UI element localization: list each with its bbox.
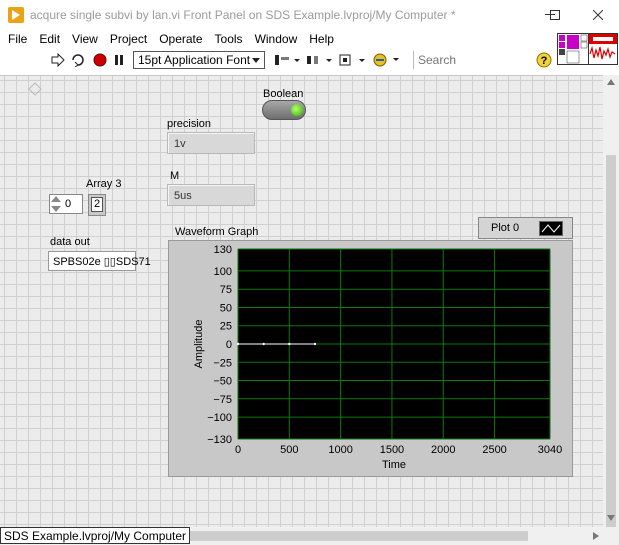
scroll-up-icon[interactable] [607, 79, 615, 85]
scroll-down-icon[interactable] [607, 515, 615, 521]
x-tick-label: 0 [235, 444, 241, 456]
vi-icon[interactable] [588, 33, 618, 65]
x-tick-label: 2000 [431, 444, 455, 456]
y-tick-label: 100 [214, 266, 232, 278]
x-tick-label: 500 [280, 444, 298, 456]
m-indicator: 5us [167, 184, 255, 206]
y-tick-label: 130 [214, 244, 232, 256]
y-tick-label: 25 [220, 321, 232, 333]
maximize-button[interactable] [535, 0, 575, 30]
x-tick-label: 3040 [538, 444, 562, 456]
precision-label: precision [167, 118, 212, 130]
distribute-objects-icon[interactable] [304, 51, 334, 69]
boolean-led[interactable] [262, 100, 306, 120]
x-tick-label: 1000 [328, 444, 352, 456]
y-tick-label: −75 [213, 394, 232, 406]
legend-line-swatch [539, 221, 563, 236]
context-help-icon[interactable]: ? [536, 51, 552, 69]
window-title: acqure single subvi by lan.vi Front Pane… [30, 8, 456, 22]
resize-objects-icon[interactable] [337, 51, 367, 69]
vertical-scrollbar[interactable] [603, 75, 619, 545]
array-label: Array 3 [86, 178, 122, 190]
array-element-value: 2 [91, 197, 103, 212]
x-tick-label: 1500 [380, 444, 404, 456]
search-field[interactable] [413, 51, 528, 69]
menu-operate[interactable]: Operate [153, 32, 208, 46]
run-arrow-icon[interactable] [50, 51, 66, 69]
panel-origin-marker [28, 82, 42, 96]
pause-icon[interactable] [112, 51, 126, 69]
y-axis-label: Amplitude [193, 320, 205, 369]
m-label: M [170, 170, 180, 182]
graph-title: Waveform Graph [175, 226, 259, 238]
run-continuously-icon[interactable] [70, 51, 86, 69]
array-element[interactable]: 2 [88, 194, 106, 216]
y-tick-label: 75 [220, 284, 232, 296]
menu-help[interactable]: Help [303, 32, 340, 46]
waveform-graph[interactable]: 0 500 1000 1500 2000 2500 3040 130 100 75 50 25 0 −25… [168, 240, 573, 477]
y-tick-label: 50 [220, 302, 232, 314]
vertical-scroll-thumb[interactable] [606, 155, 616, 545]
menu-view[interactable]: View [66, 32, 104, 46]
horizontal-scroll-thumb[interactable] [183, 531, 528, 541]
close-button[interactable] [577, 0, 619, 30]
menu-file[interactable]: File [0, 32, 33, 46]
scroll-right-icon[interactable] [593, 532, 599, 540]
boolean-label: Boolean [263, 88, 304, 100]
plot-legend[interactable]: Plot 0 [478, 217, 573, 239]
align-objects-icon[interactable] [272, 51, 302, 69]
y-tick-label: −25 [213, 357, 232, 369]
font-selector[interactable]: 15pt Application Font [133, 51, 265, 69]
menu-window[interactable]: Window [249, 32, 304, 46]
array-index-stepper[interactable] [50, 195, 62, 213]
menu-project[interactable]: Project [104, 32, 153, 46]
font-selector-value: 15pt Application Font [138, 53, 251, 67]
y-tick-label: 0 [226, 339, 232, 351]
menu-bar: File Edit View Project Operate Tools Win… [0, 30, 619, 48]
legend-plot-name: Plot 0 [491, 222, 520, 234]
data-point [236, 342, 240, 346]
labview-app-icon [8, 7, 24, 23]
svg-text:?: ? [541, 55, 548, 67]
menu-edit[interactable]: Edit [33, 32, 66, 46]
menu-tools[interactable]: Tools [209, 32, 249, 46]
search-input[interactable] [414, 53, 506, 67]
vi-connector-pane-icon[interactable] [557, 33, 589, 65]
project-path: SDS Example.lvproj/My Computer [0, 527, 191, 544]
data-out-indicator: SPBS02e ▯▯SDS71 [48, 251, 151, 271]
x-axis-label: Time [382, 459, 406, 471]
title-bar: acqure single subvi by lan.vi Front Pane… [0, 0, 619, 30]
precision-indicator: 1v [167, 132, 255, 154]
data-out-label: data out [50, 236, 90, 248]
reorder-icon[interactable] [371, 51, 401, 69]
y-tick-label: −50 [213, 376, 232, 388]
x-tick-label: 2500 [482, 444, 506, 456]
chevron-down-icon [252, 57, 260, 63]
y-tick-label: −100 [207, 412, 232, 424]
y-tick-label: −130 [207, 434, 232, 446]
data-point [313, 342, 317, 346]
data-point [288, 342, 291, 346]
data-point [262, 342, 265, 346]
abort-icon[interactable] [92, 51, 108, 69]
